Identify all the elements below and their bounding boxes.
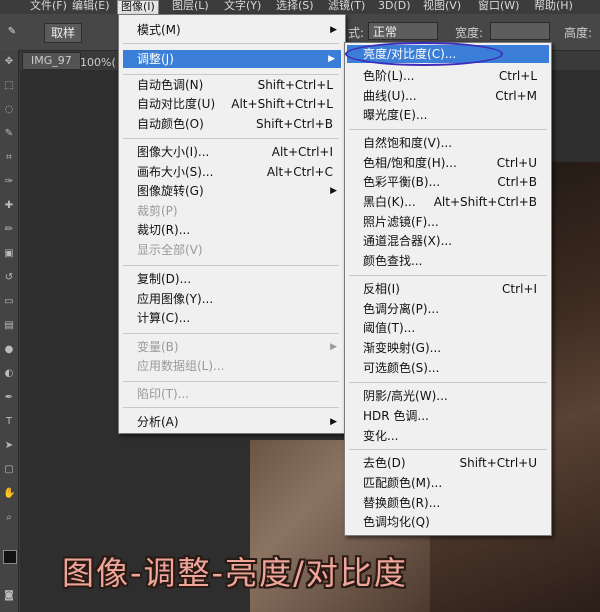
eyedropper-tool-icon[interactable]: ✑ [3, 176, 15, 188]
zoom-readout: 100%( [80, 56, 116, 69]
menu-item-exposure[interactable]: 曝光度(E)... [363, 106, 537, 124]
height-label: 高度: [564, 26, 593, 40]
image-menu: 模式(M) ▶ 调整(J) ▶ 自动色调(N) Shift+Ctrl+L 自动对比度(… [118, 14, 346, 434]
menu-item-curves[interactable]: 曲线(U)... Ctrl+M [363, 87, 537, 105]
menu-item-auto-color[interactable]: 自动颜色(O) Shift+Ctrl+B [137, 115, 333, 133]
hand-tool-icon[interactable]: ✋ [3, 488, 15, 500]
menu-item-desaturate[interactable]: 去色(D) Shift+Ctrl+U [363, 454, 537, 472]
menu-type[interactable]: 文字(Y) [224, 0, 261, 14]
menu-3d[interactable]: 3D(D) [378, 0, 411, 14]
menu-help[interactable]: 帮助(H) [534, 0, 573, 14]
menu-edit[interactable]: 编辑(E) [72, 0, 110, 14]
menu-layer[interactable]: 图层(L) [172, 0, 209, 14]
menu-view[interactable]: 视图(V) [423, 0, 461, 14]
document-tab[interactable]: IMG_97 [22, 52, 81, 70]
type-tool-icon[interactable]: T [3, 416, 15, 428]
marquee-tool-icon[interactable]: ⬚ [3, 80, 15, 92]
menu-item-threshold[interactable]: 阈值(T)... [363, 319, 537, 337]
healing-tool-icon[interactable]: ✚ [3, 200, 15, 212]
menu-item-match-color[interactable]: 匹配颜色(M)... [363, 474, 537, 492]
menu-item-apply-image[interactable]: 应用图像(Y)... [137, 290, 333, 308]
history-brush-icon[interactable]: ↺ [3, 272, 15, 284]
menu-item-auto-contrast[interactable]: 自动对比度(U) Alt+Shift+Ctrl+L [137, 95, 333, 113]
adjustments-submenu: 亮度/对比度(C)... 色阶(L)... Ctrl+L 曲线(U)... Ctrl… [344, 42, 552, 536]
menu-item-canvas-size[interactable]: 画布大小(S)... Alt+Ctrl+C [137, 163, 333, 181]
menu-item-vibrance[interactable]: 自然饱和度(V)... [363, 134, 537, 152]
menu-item-levels[interactable]: 色阶(L)... Ctrl+L [363, 67, 537, 85]
quick-select-tool-icon[interactable]: ✎ [3, 128, 15, 140]
menu-item-analysis[interactable]: 分析(A) ▶ [137, 413, 337, 431]
dodge-tool-icon[interactable]: ◐ [3, 368, 15, 380]
menu-select[interactable]: 选择(S) [276, 0, 314, 14]
move-tool-icon[interactable]: ✥ [3, 56, 15, 68]
width-field[interactable] [490, 22, 550, 40]
annotation-circle [345, 42, 503, 66]
eraser-tool-icon[interactable]: ▭ [3, 296, 15, 308]
menu-item-equalize[interactable]: 色调均化(Q) [363, 513, 537, 531]
menu-item-mode[interactable]: 模式(M) ▶ [137, 21, 337, 39]
menu-image[interactable]: 图像(I) [117, 0, 159, 15]
sample-button[interactable]: 取样 [44, 23, 83, 43]
menu-item-duplicate[interactable]: 复制(D)... [137, 270, 333, 288]
menu-file[interactable]: 文件(F) [30, 0, 67, 14]
width-label: 宽度: [455, 26, 484, 40]
menu-item-reveal-all: 显示全部(V) [137, 243, 203, 257]
menu-item-variations[interactable]: 变化... [363, 427, 537, 445]
menu-item-trim[interactable]: 裁切(R)... [137, 221, 333, 239]
mode-select[interactable]: 正常 [368, 22, 438, 40]
menu-item-hue-saturation[interactable]: 色相/饱和度(H)... Ctrl+U [363, 154, 537, 172]
menu-item-posterize[interactable]: 色调分离(P)... [363, 300, 537, 318]
blur-tool-icon[interactable]: ● [3, 344, 15, 356]
stamp-tool-icon[interactable]: ▣ [3, 248, 15, 260]
crop-tool-icon[interactable]: ⌗ [3, 152, 15, 164]
tutorial-caption: 图像-调整-亮度/对比度 [62, 554, 408, 592]
tools-panel: ✥ ⬚ ◌ ✎ ⌗ ✑ ✚ ✏ ▣ ↺ ▭ ▤ ● ◐ ✒ T ➤ ▢ ✋ ⌕ … [0, 50, 19, 612]
menu-item-black-white[interactable]: 黑白(K)... Alt+Shift+Ctrl+B [363, 193, 537, 211]
foreground-color-swatch[interactable] [3, 550, 17, 564]
menu-item-hdr-toning[interactable]: HDR 色调... [363, 407, 537, 425]
menu-item-auto-tone[interactable]: 自动色调(N) Shift+Ctrl+L [137, 76, 333, 94]
menu-item-adjustments[interactable]: 调整(J) ▶ [123, 50, 341, 68]
menu-item-photo-filter[interactable]: 照片滤镜(F)... [363, 213, 537, 231]
menu-item-gradient-map[interactable]: 渐变映射(G)... [363, 339, 537, 357]
menu-item-invert[interactable]: 反相(I) Ctrl+I [363, 280, 537, 298]
menu-item-image-rotation[interactable]: 图像旋转(G) ▶ [137, 182, 337, 200]
menu-item-trap: 陷印(T)... [137, 387, 190, 401]
menu-item-channel-mixer[interactable]: 通道混合器(X)... [363, 232, 537, 250]
gradient-tool-icon[interactable]: ▤ [3, 320, 15, 332]
menu-window[interactable]: 窗口(W) [478, 0, 519, 14]
menu-item-apply-data-set: 应用数据组(L)... [137, 359, 225, 373]
menu-item-image-size[interactable]: 图像大小(I)... Alt+Ctrl+I [137, 143, 333, 161]
pen-tool-icon[interactable]: ✒ [3, 392, 15, 404]
path-select-icon[interactable]: ➤ [3, 440, 15, 452]
eyedropper-icon[interactable]: ✎ [6, 26, 18, 38]
menu-item-color-lookup[interactable]: 颜色查找... [363, 252, 537, 270]
menu-bar: 文件(F) 编辑(E) 图像(I) 图层(L) 文字(Y) 选择(S) 滤镜(T… [0, 0, 600, 15]
menu-item-replace-color[interactable]: 替换颜色(R)... [363, 494, 537, 512]
lasso-tool-icon[interactable]: ◌ [3, 104, 15, 116]
menu-item-calculations[interactable]: 计算(C)... [137, 309, 333, 327]
quick-mask-icon[interactable]: ◙ [3, 590, 15, 602]
menu-filter[interactable]: 滤镜(T) [328, 0, 365, 14]
menu-item-variables: 变量(B) ▶ [137, 340, 337, 354]
zoom-tool-icon[interactable]: ⌕ [3, 512, 15, 524]
menu-item-shadows-highlights[interactable]: 阴影/高光(W)... [363, 387, 537, 405]
menu-item-crop: 裁剪(P) [137, 204, 178, 218]
shape-tool-icon[interactable]: ▢ [3, 464, 15, 476]
menu-item-color-balance[interactable]: 色彩平衡(B)... Ctrl+B [363, 173, 537, 191]
document-tab-label: IMG_97 [31, 54, 72, 67]
menu-item-selective-color[interactable]: 可选颜色(S)... [363, 359, 537, 377]
brush-tool-icon[interactable]: ✏ [3, 224, 15, 236]
mode-label: 式: [348, 26, 365, 40]
